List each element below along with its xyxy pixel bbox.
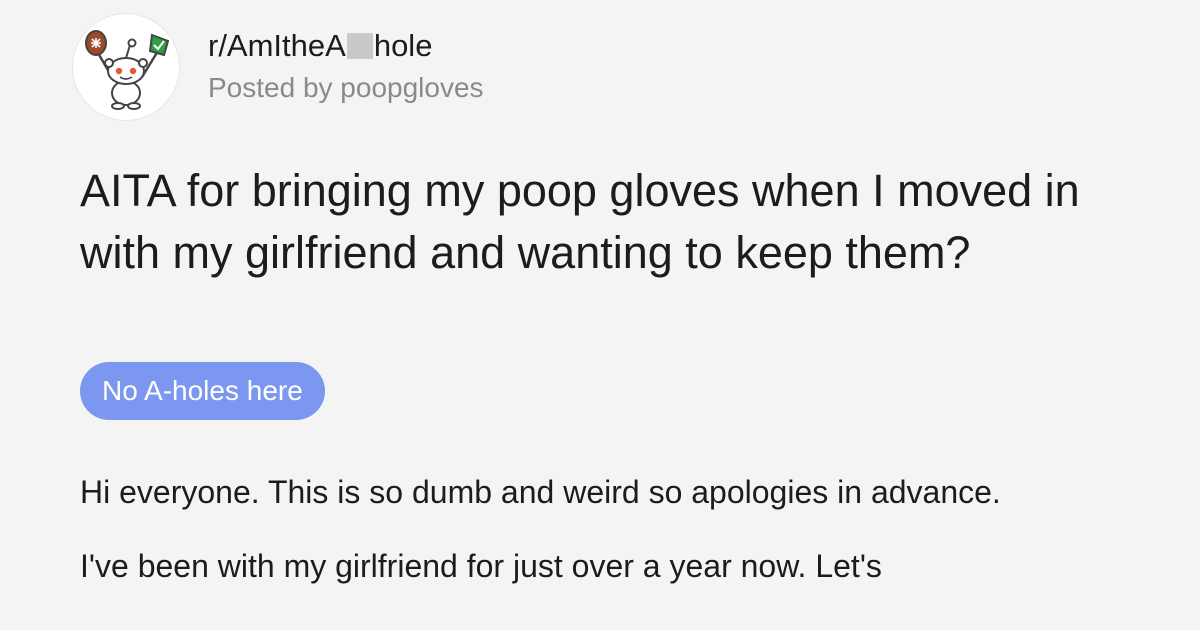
post-body: Hi everyone. This is so dumb and weird s…	[80, 470, 1080, 618]
post-meta: r/AmItheA hole Posted by poopgloves	[208, 27, 484, 107]
post-flair[interactable]: No A-holes here	[80, 362, 325, 420]
post-header: r/AmItheA hole Posted by poopgloves	[72, 12, 484, 122]
subreddit-name[interactable]: r/AmItheA hole	[208, 27, 484, 65]
subreddit-name-suffix: hole	[373, 28, 433, 63]
posted-by[interactable]: Posted by poopgloves	[208, 69, 484, 107]
snoo-judge-icon	[85, 30, 170, 110]
post-paragraph: I've been with my girlfriend for just ov…	[80, 548, 882, 584]
post-card: r/AmItheA hole Posted by poopgloves AITA …	[0, 0, 1200, 630]
post-title[interactable]: AITA for bringing my poop gloves when I …	[80, 160, 1080, 284]
subreddit-avatar[interactable]	[72, 13, 180, 121]
post-paragraph: Hi everyone. This is so dumb and weird s…	[80, 474, 1001, 510]
subreddit-name-prefix: r/AmItheA	[208, 28, 346, 63]
green-paddle-icon	[140, 33, 170, 78]
censor-block	[346, 33, 373, 59]
